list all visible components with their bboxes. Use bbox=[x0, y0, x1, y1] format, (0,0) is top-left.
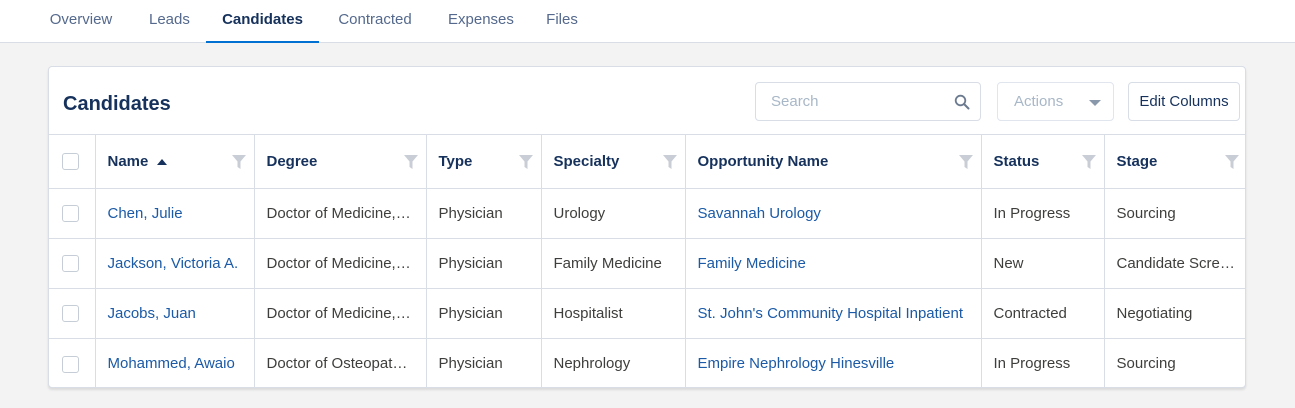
status-cell: Contracted bbox=[981, 288, 1105, 339]
filter-icon[interactable] bbox=[403, 154, 418, 169]
tab-leads[interactable]: Leads bbox=[149, 0, 190, 43]
degree-cell: Doctor of Medicine,… bbox=[254, 288, 427, 339]
candidate-name-link[interactable]: Jacobs, Juan bbox=[95, 288, 255, 339]
select-all-cell bbox=[49, 134, 96, 189]
column-label: Status bbox=[993, 153, 1040, 170]
column-label: Name bbox=[107, 153, 149, 170]
filter-icon[interactable] bbox=[1081, 154, 1096, 169]
tab-overview[interactable]: Overview bbox=[48, 0, 114, 43]
search-icon[interactable] bbox=[954, 94, 970, 110]
candidate-name-link[interactable]: Jackson, Victoria A. bbox=[95, 238, 255, 289]
row-select-cell bbox=[49, 238, 96, 289]
card-title: Candidates bbox=[63, 93, 171, 115]
search-box bbox=[755, 82, 981, 121]
degree-cell: Doctor of Medicine,… bbox=[254, 238, 427, 289]
actions-label: Actions bbox=[1014, 93, 1064, 110]
candidate-name-link[interactable]: Mohammed, Awaio bbox=[95, 338, 255, 387]
degree-cell: Doctor of Osteopat… bbox=[254, 338, 427, 387]
row-checkbox[interactable] bbox=[62, 305, 79, 323]
specialty-cell: Hospitalist bbox=[541, 288, 686, 339]
row-checkbox[interactable] bbox=[62, 255, 79, 273]
filter-icon[interactable] bbox=[1225, 154, 1239, 169]
select-all-checkbox[interactable] bbox=[62, 153, 79, 171]
sort-ascending-icon[interactable] bbox=[157, 158, 168, 165]
column-label: Type bbox=[438, 153, 473, 170]
row-checkbox[interactable] bbox=[62, 355, 79, 373]
actions-dropdown[interactable]: Actions bbox=[997, 82, 1114, 121]
filter-icon[interactable] bbox=[231, 154, 246, 169]
filter-icon[interactable] bbox=[662, 154, 677, 169]
row-select-cell bbox=[49, 338, 96, 387]
status-cell: New bbox=[981, 238, 1105, 289]
tab-candidates[interactable]: Candidates bbox=[206, 0, 319, 43]
type-cell: Physician bbox=[426, 238, 542, 289]
column-label: Stage bbox=[1116, 153, 1158, 170]
column-header-degree[interactable]: Degree bbox=[254, 134, 427, 189]
column-header-opportunity-name[interactable]: Opportunity Name bbox=[685, 134, 982, 189]
column-header-name[interactable]: Name bbox=[95, 134, 255, 189]
column-header-specialty[interactable]: Specialty bbox=[541, 134, 686, 189]
row-checkbox[interactable] bbox=[62, 205, 79, 223]
column-label: Degree bbox=[266, 153, 318, 170]
edit-columns-button[interactable]: Edit Columns bbox=[1128, 82, 1240, 121]
candidate-name-link[interactable]: Chen, Julie bbox=[95, 188, 255, 239]
candidates-card: Candidates Actions Edit Columns bbox=[48, 66, 1246, 388]
table-row: Jacobs, Juan Doctor of Medicine,… Physic… bbox=[49, 288, 1245, 339]
tab-files[interactable]: Files bbox=[546, 0, 578, 43]
column-header-status[interactable]: Status bbox=[981, 134, 1105, 189]
search-input[interactable] bbox=[756, 83, 946, 120]
column-header-stage[interactable]: Stage bbox=[1104, 135, 1245, 189]
opportunity-name-link[interactable]: St. John's Community Hospital Inpatient bbox=[685, 288, 982, 339]
opportunity-name-link[interactable]: Savannah Urology bbox=[685, 188, 982, 239]
status-cell: In Progress bbox=[981, 338, 1105, 387]
tab-bar: Overview Leads Candidates Contracted Exp… bbox=[0, 0, 1295, 43]
filter-icon[interactable] bbox=[518, 154, 533, 169]
tab-expenses[interactable]: Expenses bbox=[448, 0, 514, 43]
filter-icon[interactable] bbox=[958, 154, 973, 169]
type-cell: Physician bbox=[426, 188, 542, 239]
column-header-type[interactable]: Type bbox=[426, 134, 542, 189]
specialty-cell: Urology bbox=[541, 188, 686, 239]
degree-cell: Doctor of Medicine,… bbox=[254, 188, 427, 239]
candidates-table: Name Degree Type Specialty Opportunity N… bbox=[49, 134, 1245, 387]
chevron-down-icon bbox=[1089, 100, 1101, 106]
status-cell: In Progress bbox=[981, 188, 1105, 239]
stage-cell: Negotiating bbox=[1116, 305, 1193, 322]
column-label: Opportunity Name bbox=[697, 153, 829, 170]
specialty-cell: Nephrology bbox=[541, 338, 686, 387]
stage-cell: Candidate Scree… bbox=[1116, 255, 1244, 272]
table-row: Jackson, Victoria A. Doctor of Medicine,… bbox=[49, 238, 1245, 289]
table-row: Mohammed, Awaio Doctor of Osteopat… Phys… bbox=[49, 338, 1245, 387]
column-label: Specialty bbox=[553, 153, 620, 170]
table-row: Chen, Julie Doctor of Medicine,… Physici… bbox=[49, 188, 1245, 239]
stage-cell: Sourcing bbox=[1116, 355, 1176, 373]
table-header-row: Name Degree Type Specialty Opportunity N… bbox=[49, 134, 1245, 189]
specialty-cell: Family Medicine bbox=[541, 238, 686, 289]
tab-contracted[interactable]: Contracted bbox=[336, 0, 414, 43]
stage-cell: Sourcing bbox=[1116, 205, 1176, 222]
opportunity-name-link[interactable]: Empire Nephrology Hinesville bbox=[685, 338, 982, 387]
opportunity-name-link[interactable]: Family Medicine bbox=[685, 238, 982, 289]
row-select-cell bbox=[49, 188, 96, 239]
type-cell: Physician bbox=[426, 338, 542, 387]
type-cell: Physician bbox=[426, 288, 542, 339]
row-select-cell bbox=[49, 288, 96, 339]
